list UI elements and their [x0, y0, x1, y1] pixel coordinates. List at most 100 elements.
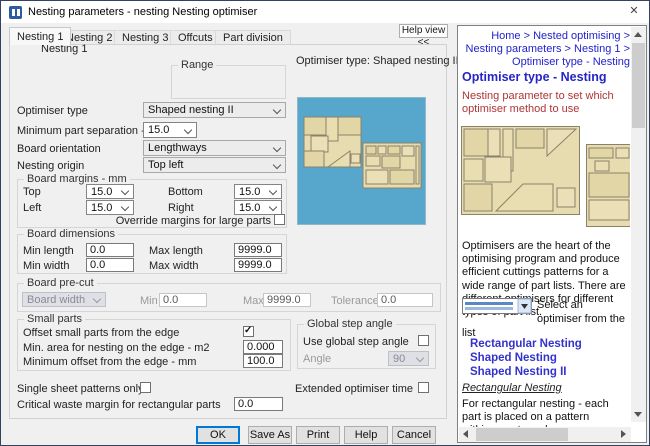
chevron-down-icon — [273, 144, 281, 152]
use-global-step-checkbox[interactable] — [418, 335, 429, 346]
override-margins-label: Override margins for large parts — [111, 215, 271, 227]
range-group-title: Range — [178, 59, 216, 71]
max-length-field[interactable]: 9999.0 — [234, 243, 282, 257]
help-board-image-2 — [586, 144, 630, 227]
vertical-scroll-thumb[interactable] — [632, 43, 645, 128]
range-group: Range — [171, 65, 286, 99]
min-area-edge-label: Min. area for nesting on the edge - m2 — [23, 342, 210, 354]
chevron-down-icon — [93, 295, 101, 303]
chevron-down-icon — [269, 203, 277, 211]
precut-max-field: 9999.0 — [263, 293, 311, 307]
optimiser-type-combo[interactable]: Shaped nesting II — [143, 102, 286, 118]
min-length-label: Min length — [23, 245, 74, 257]
scroll-up-icon[interactable] — [634, 32, 642, 37]
precut-mode-combo: Board width — [22, 292, 106, 307]
help-button[interactable]: Help — [344, 426, 388, 444]
optimiser-dropdown-icon — [462, 298, 532, 314]
cancel-button[interactable]: Cancel — [392, 426, 436, 444]
margin-top-value: 15.0 — [91, 186, 112, 198]
chevron-down-icon — [184, 126, 192, 134]
margin-left-combo[interactable]: 15.0 — [86, 200, 134, 215]
precut-tolerance-field: 0.0 — [377, 293, 433, 307]
window-title: Nesting parameters - nesting Nesting opt… — [28, 6, 257, 18]
chevron-down-icon — [121, 187, 129, 195]
max-width-field[interactable]: 9999.0 — [234, 258, 282, 272]
help-panel: Home > Nested optimising > Nesting param… — [457, 25, 647, 443]
help-heading: Optimiser type - Nesting — [462, 70, 606, 84]
scroll-left-icon[interactable] — [463, 430, 468, 438]
help-horizontal-scrollbar[interactable] — [459, 427, 631, 442]
precut-min-label: Min — [140, 295, 158, 307]
step-angle-value: 90 — [393, 353, 405, 365]
chevron-down-icon — [121, 203, 129, 211]
help-view-button[interactable]: Help view << — [399, 24, 448, 38]
precut-mode-value: Board width — [27, 294, 85, 306]
tab-nesting-1[interactable]: Nesting 1 — [9, 27, 71, 45]
max-width-label: Max width — [149, 260, 199, 272]
title-bar: Nesting parameters - nesting Nesting opt… — [1, 1, 649, 23]
single-sheet-label: Single sheet patterns only — [17, 383, 144, 395]
offset-small-parts-label: Offset small parts from the edge — [23, 327, 179, 339]
help-vertical-scrollbar[interactable] — [631, 27, 646, 422]
min-offset-edge-label: Minimum offset from the edge - mm — [23, 356, 196, 368]
step-angle-combo: 90 — [388, 351, 429, 366]
precut-min-field: 0.0 — [159, 293, 207, 307]
link-rectangular-nesting[interactable]: Rectangular Nesting — [470, 338, 582, 350]
precut-max-label: Max — [243, 295, 264, 307]
tab-part-division[interactable]: Part division — [215, 30, 291, 45]
tab-offcuts[interactable]: Offcuts — [170, 30, 221, 45]
use-global-step-label: Use global step angle — [303, 336, 409, 348]
board-dimensions-title: Board dimensions — [24, 228, 118, 240]
min-area-edge-field[interactable]: 0.000 — [243, 340, 283, 354]
ok-button[interactable]: OK — [196, 426, 240, 444]
horizontal-scroll-thumb[interactable] — [476, 428, 568, 441]
nesting-parameters-dialog: Nesting parameters - nesting Nesting opt… — [0, 0, 650, 446]
min-part-separation-value: 15.0 — [148, 124, 169, 136]
tab-nesting-3[interactable]: Nesting 3 — [114, 30, 176, 45]
save-as-button[interactable]: Save As — [248, 426, 292, 444]
breadcrumb[interactable]: Home > Nested optimising > Nesting param… — [464, 30, 630, 69]
margin-top-combo[interactable]: 15.0 — [86, 184, 134, 199]
board-orientation-value: Lengthways — [148, 142, 207, 154]
min-offset-edge-field[interactable]: 100.0 — [243, 354, 283, 368]
margin-left-value: 15.0 — [91, 202, 112, 214]
precut-tolerance-label: Tolerance — [331, 295, 379, 307]
board-precut-title: Board pre-cut — [24, 277, 97, 289]
nesting-preview-image — [297, 97, 426, 225]
margin-bottom-combo[interactable]: 15.0 — [234, 184, 282, 199]
critical-waste-field[interactable]: 0.0 — [234, 397, 283, 411]
min-length-field[interactable]: 0.0 — [86, 243, 134, 257]
optimiser-type-label: Optimiser type — [17, 105, 88, 117]
print-button[interactable]: Print — [296, 426, 340, 444]
override-margins-checkbox[interactable] — [274, 214, 285, 225]
margin-bottom-label: Bottom — [168, 186, 203, 198]
extended-optimiser-checkbox[interactable] — [418, 382, 429, 393]
help-section-heading: Rectangular Nesting — [462, 382, 562, 394]
board-orientation-combo[interactable]: Lengthways — [143, 140, 286, 156]
optimiser-type-value: Shaped nesting II — [148, 104, 234, 116]
link-shaped-nesting[interactable]: Shaped Nesting — [470, 352, 557, 364]
min-width-label: Min width — [23, 260, 69, 272]
link-shaped-nesting-2[interactable]: Shaped Nesting II — [470, 366, 567, 378]
margin-bottom-value: 15.0 — [239, 186, 260, 198]
margin-left-label: Left — [23, 202, 41, 214]
help-select-row: Select an optimiser from the list — [462, 298, 630, 340]
single-sheet-checkbox[interactable] — [140, 382, 151, 393]
min-width-field[interactable]: 0.0 — [86, 258, 134, 272]
margin-top-label: Top — [23, 186, 41, 198]
chevron-down-icon — [273, 106, 281, 114]
close-icon[interactable]: ✕ — [625, 3, 643, 19]
offset-small-parts-checkbox[interactable] — [243, 326, 254, 337]
max-length-label: Max length — [149, 245, 203, 257]
help-board-image-1 — [461, 126, 580, 215]
nesting-origin-value: Top left — [148, 159, 183, 171]
nesting-origin-combo[interactable]: Top left — [143, 157, 286, 173]
small-parts-title: Small parts — [24, 313, 85, 325]
board-orientation-label: Board orientation — [17, 143, 101, 155]
scroll-right-icon[interactable] — [621, 430, 626, 438]
help-subtitle: Nesting parameter to set which optimiser… — [462, 90, 630, 116]
chevron-down-icon — [416, 354, 424, 362]
scroll-down-icon[interactable] — [634, 412, 642, 417]
margin-right-combo[interactable]: 15.0 — [234, 200, 282, 215]
min-part-separation-combo[interactable]: 15.0 — [143, 122, 197, 138]
